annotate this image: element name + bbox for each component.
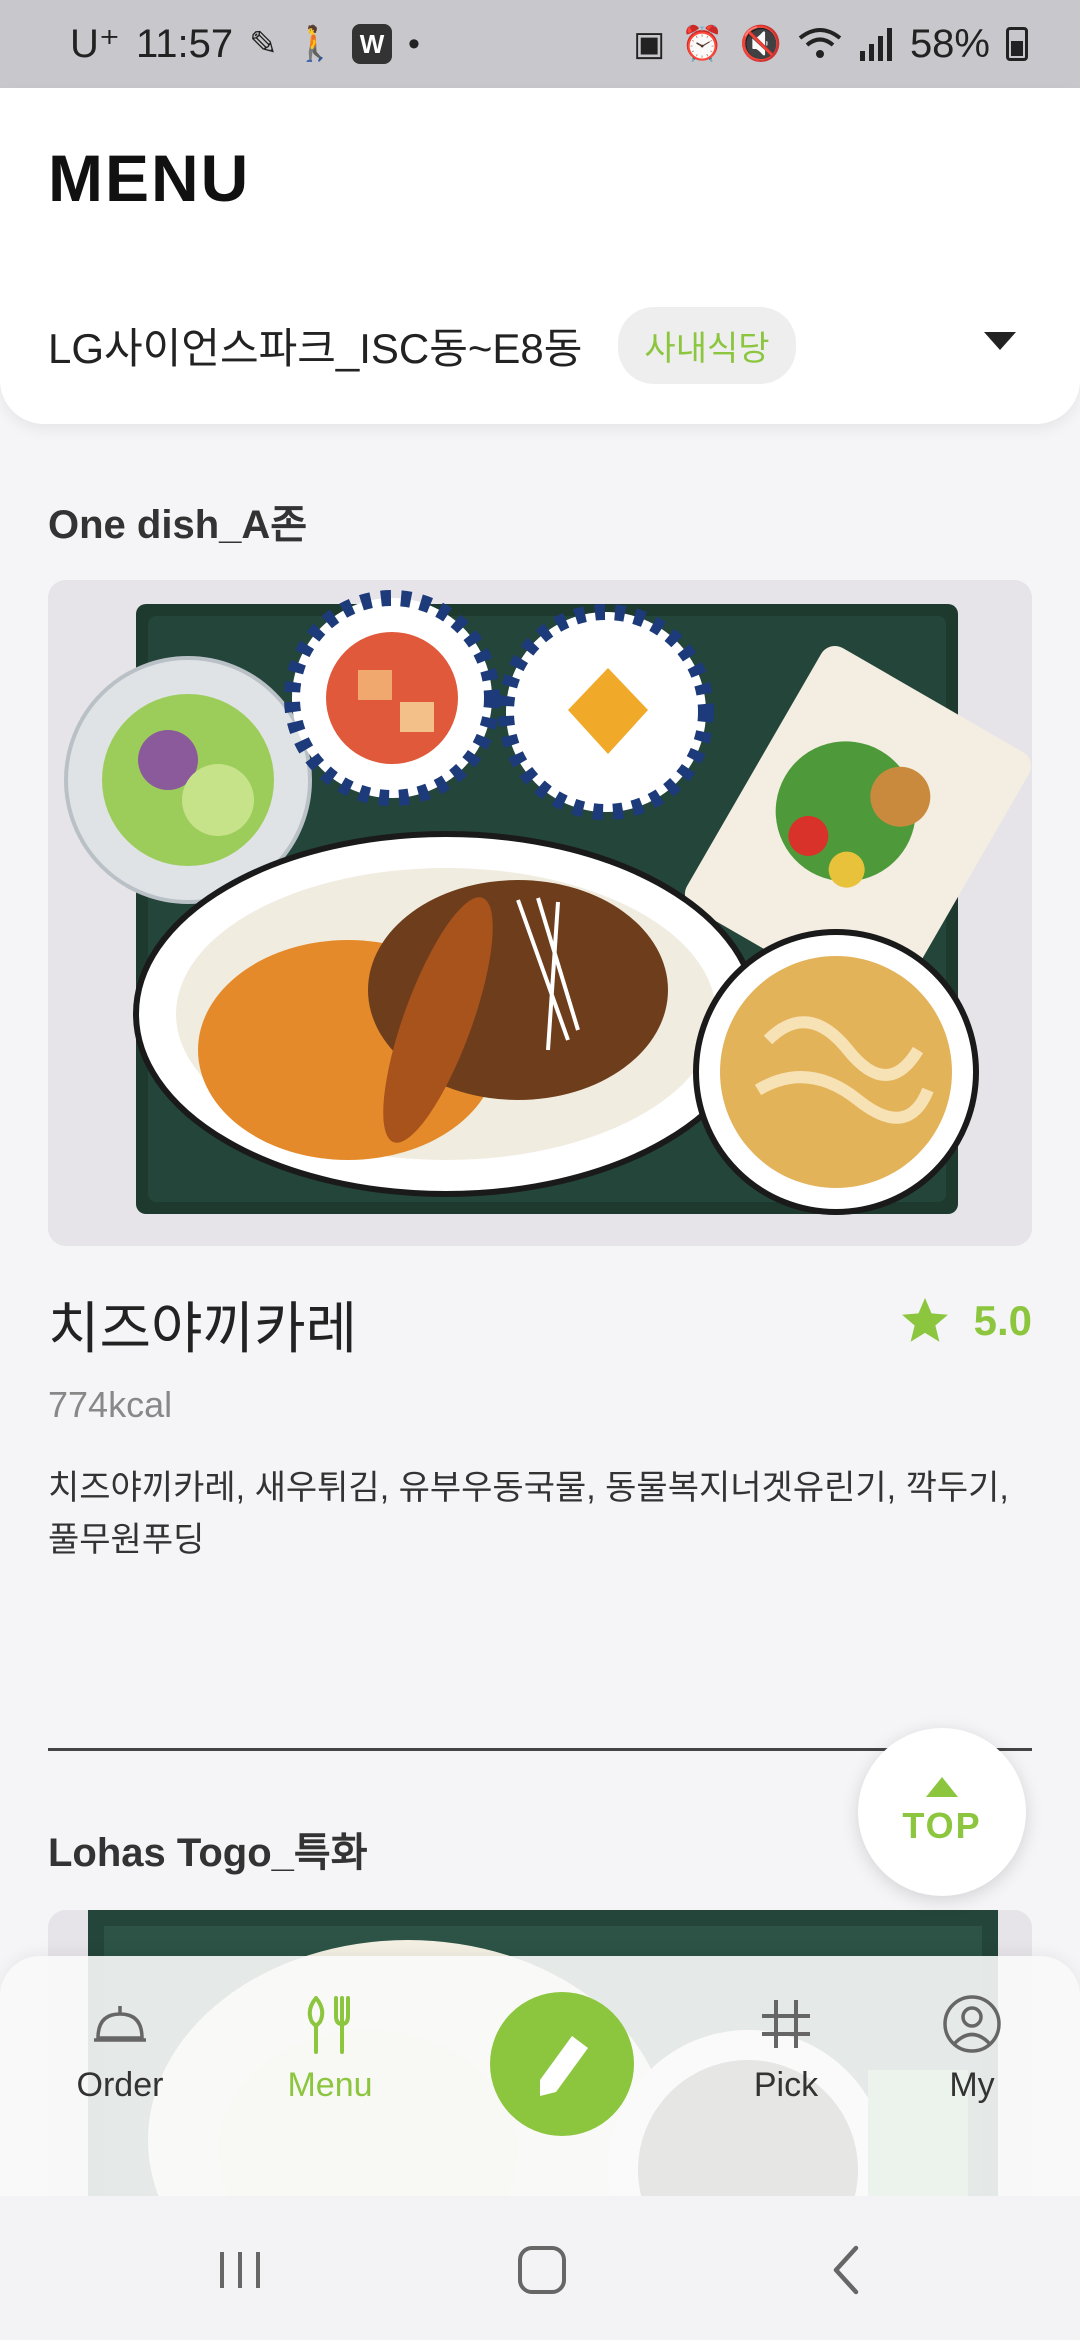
cloche-icon (94, 2006, 146, 2042)
battery-icon (1006, 27, 1028, 61)
system-nav-bar (0, 2196, 1080, 2340)
battery-saver-icon: ▣ (633, 25, 666, 63)
pen-notification-icon: ✎ (249, 25, 278, 63)
top-label: TOP (902, 1805, 982, 1846)
arrow-up-icon (926, 1777, 958, 1797)
hashtag-icon (762, 2000, 810, 2048)
back-icon[interactable] (816, 2238, 880, 2302)
nav-item-order[interactable]: Order (40, 1992, 200, 2105)
menu-screen: U⁺ 11:57 ✎ 🚶 W • ▣ ⏰ 🔇 58% MENU LG사이언스파크… (0, 0, 1080, 2340)
location-name: LG사이언스파크_ISC동~E8동 (48, 324, 583, 372)
page-title: MENU (48, 141, 251, 215)
wifi-icon (798, 26, 842, 62)
star-icon (901, 1298, 948, 1342)
rating-value: 5.0 (973, 1297, 1032, 1344)
status-bar: U⁺ 11:57 ✎ 🚶 W • ▣ ⏰ 🔇 58% (0, 0, 1080, 88)
nav-item-pick[interactable]: Pick (706, 1992, 866, 2105)
battery-percent: 58% (909, 21, 990, 66)
pencil-icon (540, 2036, 588, 2096)
carrier-label: U⁺ (70, 22, 120, 66)
nav-label-my: My (949, 2066, 995, 2104)
user-circle-icon (943, 1995, 1001, 2053)
cafeteria-badge: 사내식당 (618, 306, 796, 384)
bottom-nav: Order Menu Pick My (0, 1956, 1080, 2196)
alarm-icon: ⏰ (681, 25, 724, 63)
recent-apps-icon[interactable] (208, 2238, 272, 2302)
walking-icon: 🚶 (293, 25, 336, 63)
w-app-icon: W (351, 24, 392, 64)
status-time: 11:57 (136, 21, 234, 66)
nav-label-pick: Pick (753, 2066, 819, 2104)
review-write-button[interactable] (490, 1992, 634, 2136)
section-title-one-dish: One dish_A존 (48, 503, 308, 547)
calories: 774kcal (48, 1384, 173, 1425)
ingredients: 치즈야끼카레, 새우튀김, 유부우동국물, 동물복지너겟유린기, 깍두기, 풀무… (48, 1469, 1009, 1559)
nav-label-menu: Menu (287, 2066, 373, 2104)
location-selector[interactable]: LG사이언스파크_ISC동~E8동 사내식당 (48, 306, 1032, 384)
food-photo-one-dish[interactable] (48, 580, 1032, 1246)
chevron-down-icon[interactable] (984, 332, 1016, 350)
nav-label-order: Order (76, 2066, 164, 2104)
home-icon[interactable] (510, 2238, 574, 2302)
menu-name[interactable]: 치즈야끼카레 (48, 1284, 357, 1365)
nav-item-my[interactable]: My (892, 1992, 1052, 2105)
rating: 5.0 (898, 1294, 1032, 1348)
header-card: MENU LG사이언스파크_ISC동~E8동 사내식당 (0, 88, 1080, 424)
status-right: ▣ ⏰ 🔇 58% (633, 22, 1028, 67)
signal-icon (858, 27, 894, 61)
status-left: U⁺ 11:57 ✎ 🚶 W • (70, 21, 420, 67)
section-title-lohas-togo: Lohas Togo_특화 (48, 1831, 368, 1875)
dot-icon: • (407, 24, 420, 63)
mute-icon: 🔇 (739, 25, 782, 63)
utensils-icon (307, 1996, 350, 2054)
scroll-top-button[interactable]: TOP (858, 1728, 1026, 1896)
nav-item-menu[interactable]: Menu (250, 1992, 410, 2105)
